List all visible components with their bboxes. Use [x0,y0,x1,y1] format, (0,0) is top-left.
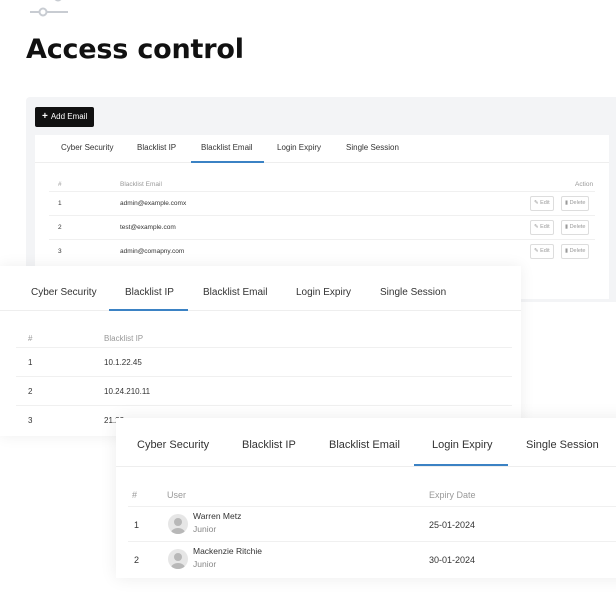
delete-label: Delete [569,248,586,254]
delete-button[interactable]: ▮ Delete [561,244,590,259]
pencil-icon: ✎ [534,200,539,206]
tab-bar: Cyber Security Blacklist IP Blacklist Em… [116,418,616,467]
tab-blacklist-email[interactable]: Blacklist Email [329,439,400,451]
table-row: 2 test@example.com ✎ Edit ▮ Delete [49,215,595,239]
plus-icon: + [42,111,48,122]
expiry-date: 25-01-2024 [429,520,476,530]
row-ip: 10.24.210.11 [104,387,151,396]
column-header-num: # [58,181,62,188]
tab-blacklist-ip[interactable]: Blacklist IP [137,143,176,152]
row-email: admin@comapny.com [120,248,185,255]
edit-button[interactable]: ✎ Edit [530,196,554,211]
blacklist-ip-panel: Cyber Security Blacklist IP Blacklist Em… [0,266,521,436]
login-expiry-panel: Cyber Security Blacklist IP Blacklist Em… [116,418,616,578]
tab-blacklist-email[interactable]: Blacklist Email [201,143,253,152]
active-tab-indicator [109,309,188,311]
column-header-num: # [28,334,33,343]
column-header-email: Blacklist Email [120,181,162,188]
row-ip: 10.1.22.45 [104,358,142,367]
table-row: 1 Warren Metz Junior 25-01-2024 [128,506,616,541]
tab-blacklist-email[interactable]: Blacklist Email [203,287,267,298]
tab-cyber-security[interactable]: Cyber Security [31,287,97,298]
page-title: Access control [26,34,244,65]
edit-label: Edit [540,224,550,230]
delete-label: Delete [569,224,586,230]
edit-button[interactable]: ✎ Edit [530,220,554,235]
delete-label: Delete [569,200,586,206]
tab-cyber-security[interactable]: Cyber Security [137,439,209,451]
row-number: 1 [58,200,62,207]
row-number: 3 [28,416,33,425]
row-number: 1 [134,520,140,530]
column-header-action: Action [575,181,594,188]
column-header-user: User [167,490,187,500]
tab-blacklist-ip[interactable]: Blacklist IP [242,439,296,451]
tab-single-session[interactable]: Single Session [346,143,399,152]
row-number: 2 [58,224,62,231]
tab-bar: Cyber Security Blacklist IP Blacklist Em… [35,135,609,163]
user-role: Junior [193,559,217,569]
delete-button[interactable]: ▮ Delete [561,220,590,235]
table-row: 2 10.24.210.11 [16,376,512,405]
row-number: 2 [134,555,140,565]
table-row: 3 admin@comapny.com ✎ Edit ▮ Delete [49,239,595,263]
tab-login-expiry[interactable]: Login Expiry [432,439,493,451]
column-header-expiry: Expiry Date [429,490,476,500]
table-row: 1 admin@example.comx ✎ Edit ▮ Delete [49,191,595,215]
tab-bar: Cyber Security Blacklist IP Blacklist Em… [0,266,521,311]
edit-label: Edit [540,248,550,254]
user-role: Junior [193,524,217,534]
column-header-num: # [132,490,138,500]
edit-label: Edit [540,200,550,206]
table-row: 1 10.1.22.45 [16,347,512,376]
tab-cyber-security[interactable]: Cyber Security [61,143,113,152]
user-avatar-icon [168,514,188,534]
user-name: Warren Metz [193,511,242,521]
user-avatar-icon [168,549,188,569]
row-number: 3 [58,248,62,255]
table-row: 2 Mackenzie Ritchie Junior 30-01-2024 [128,541,616,576]
row-number: 1 [28,358,33,367]
trash-icon: ▮ [565,248,569,254]
delete-button[interactable]: ▮ Delete [561,196,590,211]
trash-icon: ▮ [565,224,569,230]
active-tab-indicator [414,464,508,466]
edit-button[interactable]: ✎ Edit [530,244,554,259]
trash-icon: ▮ [565,200,569,206]
tab-blacklist-ip[interactable]: Blacklist IP [125,287,174,298]
tab-single-session[interactable]: Single Session [380,287,446,298]
pencil-icon: ✎ [534,224,539,230]
row-email: admin@example.comx [120,200,187,207]
active-tab-indicator [191,161,264,163]
add-email-button[interactable]: + Add Email [35,107,95,127]
sliders-icon [30,0,68,17]
add-email-label: Add Email [50,112,88,121]
user-name: Mackenzie Ritchie [193,546,262,556]
tab-single-session[interactable]: Single Session [526,439,599,451]
pencil-icon: ✎ [534,248,539,254]
tab-login-expiry[interactable]: Login Expiry [296,287,351,298]
expiry-date: 30-01-2024 [429,555,476,565]
tab-login-expiry[interactable]: Login Expiry [277,143,321,152]
column-header-ip: Blacklist IP [104,334,144,343]
row-number: 2 [28,387,33,396]
row-email: test@example.com [120,224,176,231]
